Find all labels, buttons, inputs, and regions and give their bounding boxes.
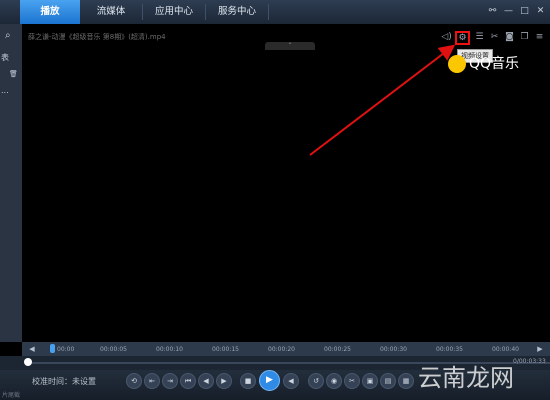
play-button[interactable]: ▶ (259, 370, 280, 391)
seek-knob[interactable] (24, 358, 32, 366)
timeline-right-arrow[interactable]: ▶ (535, 342, 545, 356)
timeline-tick: 00:00:25 (324, 346, 351, 353)
timeline-tick: 00:00:30 (380, 346, 407, 353)
timeline-tick: 00:00:35 (436, 346, 463, 353)
grid-icon[interactable]: ▦ (398, 373, 414, 389)
tail-trim-label: 片尾截 (2, 392, 21, 399)
timeline-left-arrow[interactable]: ◀ (27, 342, 37, 356)
frame-step-icon[interactable]: ⇥ (162, 373, 178, 389)
record-icon[interactable]: ▣ (362, 373, 378, 389)
calibration-time: 校准时间：未设置 (32, 376, 96, 387)
total-time: 0/00:03:33 (513, 358, 546, 365)
cut-icon[interactable]: ✂ (344, 373, 360, 389)
history-icon[interactable]: ↺ (308, 373, 324, 389)
screenshot-icon[interactable]: ◉ (326, 373, 342, 389)
timeline-tick: 00:00:20 (268, 346, 295, 353)
previous-icon[interactable]: ⏮ (180, 373, 196, 389)
loop-icon[interactable]: ⟲ (126, 373, 142, 389)
timeline-tick: 00:00:15 (212, 346, 239, 353)
timeline-tick: 00:00:10 (156, 346, 183, 353)
calibration-label: 校准时间： (32, 377, 72, 386)
stop-icon[interactable]: ■ (240, 373, 256, 389)
calibration-value: 未设置 (72, 377, 96, 386)
timeline-tick: 00:00 (57, 346, 75, 353)
timeline-tick: 00:00:40 (492, 346, 519, 353)
timeline-tick: 00:00:05 (100, 346, 127, 353)
rewind-icon[interactable]: ◀ (198, 373, 214, 389)
volume-down-icon[interactable]: ◀ (283, 373, 299, 389)
ab-repeat-icon[interactable]: ⇤ (144, 373, 160, 389)
fast-forward-icon[interactable]: ▶ (216, 373, 232, 389)
annotation-arrow (309, 44, 456, 156)
watermark: 云南龙网 (418, 364, 514, 392)
timeline-position-marker[interactable] (50, 344, 55, 353)
subtitle-icon[interactable]: ▤ (380, 373, 396, 389)
